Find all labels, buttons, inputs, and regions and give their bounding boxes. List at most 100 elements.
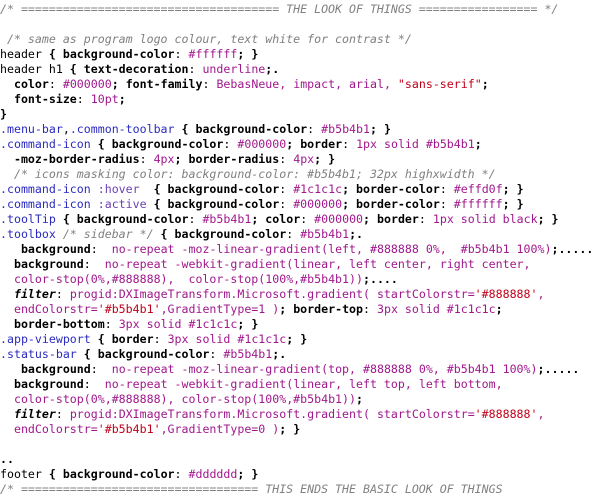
code-token-value: , [537,287,545,301]
code-token-plain: : [90,362,112,376]
code-token-plain: : [48,77,63,91]
code-token-punct: ; [362,272,370,286]
code-token-ws-dots: .. [0,452,14,466]
code-line: .command-icon { background-color: #00000… [0,137,597,152]
code-token-value: endColorstr= [13,302,98,316]
code-token-comment: /* icons masking color: background-color… [13,167,496,181]
code-token-prop: font-size [13,92,77,106]
code-token-prop: background-color [111,137,224,151]
code-token-punct: } [0,107,7,121]
code-line: background: no-repeat -webkit-gradient(l… [0,257,597,272]
code-token-prop: background-color [62,47,175,61]
code-line: .app-viewport { border: 3px solid #1c1c1… [0,332,597,347]
code-token-prop: color [13,77,49,91]
code-token-string: '#888888' [474,287,538,301]
code-token-value: #ffffff [453,197,503,211]
code-token-prop: background-color [167,197,280,211]
code-line: endColorstr='#b5b4b1',GradientType=1 ); … [0,302,597,317]
code-token-punct: ; } [286,332,308,346]
code-token-punct: { [62,62,84,76]
code-token-class: .app-viewport [0,332,91,346]
code-line: background: no-repeat -moz-linear-gradie… [0,362,597,377]
code-token-punct: { [139,182,168,196]
code-line: .toolTip { background-color: #b5b4b1; co… [0,212,597,227]
code-token-comment: /* ================================== TH… [0,482,503,496]
code-token-value: #000000 [62,77,112,91]
code-token-plain: : [202,77,217,91]
code-line: .menu-bar,.common-toolbar { background-c… [0,122,597,137]
code-token-ws-dots: . [279,347,287,361]
code-token-plain: : [342,137,357,151]
code-token-value: , [537,407,545,421]
code-token-value: color-stop(0%,#888888), color-stop(100%,… [13,392,356,406]
code-line: color-stop(0%,#888888), color-stop(100%,… [0,392,597,407]
code-token-value: 3px solid #1c1c1c [376,302,496,316]
code-token-punct: { [76,347,98,361]
code-token-punct: ; [474,137,482,151]
code-token-value: 1px solid black [432,212,538,226]
code-token-punct: { [90,137,112,151]
code-line: -moz-border-radius: 4px; border-radius: … [0,152,597,167]
code-token-value: progid:DXImageTransform.Microsoft.gradie… [69,287,475,301]
code-token-prop: text-decoration [83,62,189,76]
code-token-ws-dots: . [272,62,280,76]
code-token-punct: ; } [237,317,259,331]
code-token-plain: : [153,332,168,346]
code-token-plain: : [300,212,315,226]
code-token-plain: : [418,212,433,226]
code-token-value: no-repeat -webkit-gradient(linear, left … [104,257,531,271]
code-token-comment: /* sidebar */ [62,227,154,241]
code-token-prop: border-color [356,197,440,211]
code-line: filter: progid:DXImageTransform.Microsof… [0,407,597,422]
code-token-plain: : [286,227,301,241]
code-line: background: no-repeat -moz-linear-gradie… [0,242,597,257]
code-token-punct: ; [174,152,189,166]
code-line: .command-icon :hover { background-color:… [0,182,597,197]
code-token-value: #b5b4b1 [223,347,273,361]
code-token-prop-italic: filter [13,407,56,421]
code-token-punct: ; [118,92,126,106]
code-token-class: .toolbox [0,227,56,241]
code-token-plain: : [209,347,224,361]
code-token-punct: ; [537,362,545,376]
code-token-plain: : [363,302,377,316]
code-token-plain: , [62,122,70,136]
code-token-punct: ; } [537,212,559,226]
code-token-value: no-repeat -webkit-gradient(linear, left … [104,377,503,391]
code-token-value: #b5b4b1 [202,212,252,226]
code-token-prop: background [20,242,91,256]
code-editor[interactable]: /* =====================================… [0,0,597,496]
code-token-punct: ; [349,227,357,241]
code-token-prop: -moz-border-radius [13,152,140,166]
code-token-class: .command-icon [0,137,91,151]
code-token-plain: : [83,257,105,271]
code-token-punct: ; } [279,422,301,436]
code-token-prop-italic: filter [13,287,56,301]
code-line: /* same as program logo colour, text whi… [0,32,597,47]
code-token-plain: : [174,467,189,481]
code-token-value: 10pt [90,92,119,106]
code-token-punct: ; } [237,47,259,61]
code-token-string: '#b5b4b1' [97,302,161,316]
code-token-ws-dots: ..... [558,242,594,256]
code-token-value: ,GradientType=1 ) [160,302,280,316]
code-line: border-bottom: 3px solid #1c1c1c; } [0,317,597,332]
code-token-value: 1px solid #b5b4b1 [356,137,475,151]
code-token-prop: border [300,137,343,151]
code-token-punct: ; [363,212,378,226]
code-line: /* ================================== TH… [0,482,597,497]
code-token-prop: background [20,362,91,376]
code-token-value: 3px solid #1c1c1c [118,317,238,331]
code-line: } [0,107,597,122]
code-line: endColorstr='#b5b4b1',GradientType=0 ); … [0,422,597,437]
code-token-punct: { [41,47,63,61]
code-line: .. [0,452,597,467]
code-token-punct: ; } [237,467,259,481]
